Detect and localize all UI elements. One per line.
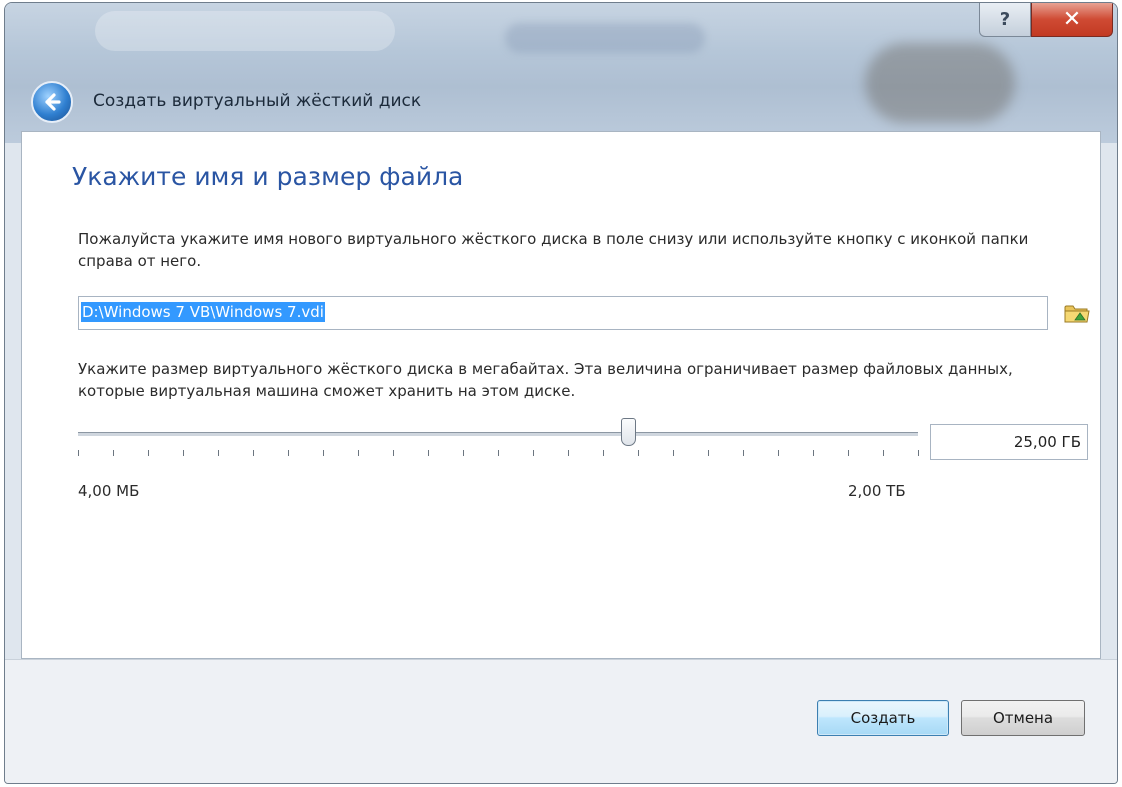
help-icon: ? bbox=[999, 9, 1011, 30]
cancel-button[interactable]: Отмена bbox=[961, 700, 1085, 736]
choose-file-button[interactable] bbox=[1062, 298, 1092, 328]
slider-tick bbox=[848, 450, 849, 456]
size-slider[interactable] bbox=[78, 418, 919, 468]
slider-tick bbox=[498, 450, 499, 456]
max-size-label: 2,00 ТБ bbox=[848, 482, 906, 500]
title-bar-glass-highlight bbox=[95, 11, 395, 51]
slider-track bbox=[78, 432, 918, 436]
folder-icon bbox=[1064, 305, 1090, 323]
slider-tick bbox=[568, 450, 569, 456]
slider-tick bbox=[813, 450, 814, 456]
create-button[interactable]: Создать bbox=[817, 700, 949, 736]
title-bar: ? ✕ Создать виртуальный жёсткий диск bbox=[5, 3, 1117, 143]
slider-tick bbox=[112, 450, 114, 456]
slider-tick bbox=[533, 450, 534, 456]
close-button[interactable]: ✕ bbox=[1031, 3, 1113, 37]
slider-ticks bbox=[78, 450, 919, 458]
slider-thumb[interactable] bbox=[621, 418, 637, 446]
back-arrow-icon bbox=[45, 93, 61, 111]
file-location-description: Пожалуйста укажите имя нового виртуально… bbox=[78, 230, 1029, 270]
slider-tick bbox=[183, 450, 184, 456]
slider-tick bbox=[253, 450, 254, 456]
slider-tick bbox=[217, 450, 219, 456]
caption-buttons: ? ✕ bbox=[979, 3, 1113, 37]
slider-tick bbox=[743, 450, 744, 456]
button-bar: Создать Отмена bbox=[5, 659, 1117, 783]
wizard-page: Укажите имя и размер файла Пожалуйста ук… bbox=[21, 131, 1101, 659]
slider-tick bbox=[918, 450, 919, 456]
title-bar-background-blur bbox=[865, 43, 1015, 123]
slider-tick bbox=[883, 450, 884, 456]
min-size-label: 4,00 МБ bbox=[78, 482, 140, 500]
slider-tick bbox=[778, 450, 779, 456]
file-location-value: D:\Windows 7 VB\Windows 7.vdi bbox=[81, 302, 325, 322]
slider-tick bbox=[78, 450, 79, 456]
slider-tick bbox=[357, 450, 359, 456]
slider-tick bbox=[393, 450, 394, 456]
slider-tick bbox=[463, 450, 464, 456]
page-title: Укажите имя и размер файла bbox=[72, 162, 464, 191]
slider-tick bbox=[288, 450, 289, 456]
slider-tick bbox=[673, 450, 674, 456]
slider-tick bbox=[428, 450, 429, 456]
help-button[interactable]: ? bbox=[979, 3, 1031, 37]
dialog-window: ? ✕ Создать виртуальный жёсткий диск Ука… bbox=[4, 2, 1118, 784]
close-icon: ✕ bbox=[1062, 7, 1082, 32]
slider-tick bbox=[637, 450, 639, 456]
wizard-title: Создать виртуальный жёсткий диск bbox=[93, 91, 422, 111]
slider-tick bbox=[708, 450, 709, 456]
size-input[interactable]: 25,00 ГБ bbox=[930, 424, 1088, 460]
file-size-description: Укажите размер виртуального жёсткого дис… bbox=[78, 360, 1013, 400]
slider-tick bbox=[323, 450, 324, 456]
slider-tick bbox=[603, 450, 604, 456]
slider-tick bbox=[147, 450, 149, 456]
title-bar-glass-shade bbox=[505, 23, 705, 53]
file-location-input[interactable]: D:\Windows 7 VB\Windows 7.vdi bbox=[78, 296, 1048, 330]
back-button[interactable] bbox=[31, 81, 73, 123]
